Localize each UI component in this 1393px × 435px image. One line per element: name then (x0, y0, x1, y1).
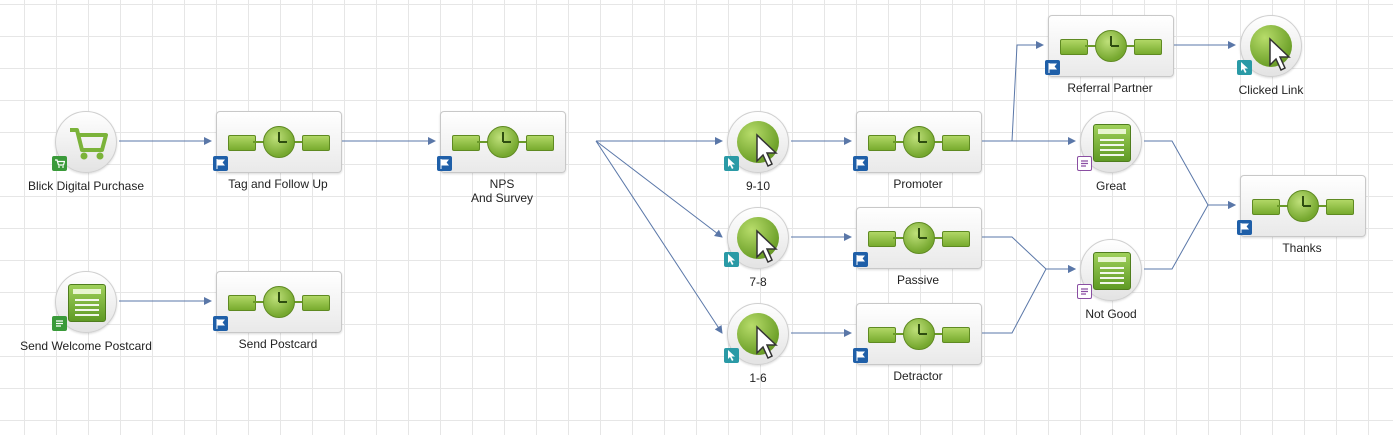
step-bar-right (302, 135, 330, 151)
flag-icon (853, 156, 868, 171)
form-document-icon (1093, 252, 1131, 290)
shopping-cart-icon (70, 128, 108, 160)
workflow-node-form[interactable] (52, 271, 117, 333)
workflow-node-flow[interactable] (1045, 15, 1174, 77)
clock-icon (903, 318, 935, 350)
pointer-cursor-icon (756, 325, 778, 360)
step-bar-right (942, 327, 970, 343)
clock-icon (1287, 190, 1319, 222)
clock-icon (487, 126, 519, 158)
form-document-icon (1093, 124, 1131, 162)
step-bar-right (942, 135, 970, 151)
click-target-icon (737, 313, 779, 360)
flag-icon (1045, 60, 1060, 75)
step-bar-right (526, 135, 554, 151)
connector-n13-n14[interactable] (1144, 201, 1236, 270)
cart-icon (52, 156, 67, 171)
workflow-node-form[interactable] (1077, 111, 1142, 173)
connector-layer (119, 41, 1236, 337)
workflow-node-purchase[interactable] (52, 111, 117, 173)
step-bar-left (868, 231, 896, 247)
connector-n8-n13[interactable] (982, 236, 1076, 273)
step-bar-left (868, 135, 896, 151)
click-target-icon (737, 121, 779, 168)
node-label: Great (1095, 179, 1126, 193)
step-box[interactable] (216, 271, 342, 333)
flag-icon (853, 252, 868, 267)
step-box[interactable] (216, 111, 342, 173)
node-label: Passive (896, 273, 940, 287)
node-label: Send Postcard (238, 337, 318, 351)
node-label: Promoter (893, 177, 943, 191)
step-bar-left (868, 327, 896, 343)
form-icon (1077, 284, 1092, 299)
step-bar-left (1252, 199, 1280, 215)
step-bar-right (1326, 199, 1354, 215)
node-label-line2: And Survey (470, 191, 534, 205)
step-box[interactable] (856, 207, 982, 269)
workflow-node-click[interactable] (724, 111, 789, 173)
connector-n12-n14[interactable] (1144, 140, 1236, 209)
step-box[interactable] (1048, 15, 1174, 77)
clock-icon (1095, 30, 1127, 62)
form-icon (52, 316, 67, 331)
step-box[interactable] (440, 111, 566, 173)
clock-icon (903, 126, 935, 158)
step-bar-left (452, 135, 480, 151)
workflow-node-flow[interactable] (213, 111, 342, 173)
flag-icon (437, 156, 452, 171)
node-label: Send Welcome Postcard (20, 339, 152, 353)
step-bar-left (1060, 39, 1088, 55)
workflow-node-click[interactable] (724, 207, 789, 269)
workflow-node-flow[interactable] (853, 303, 982, 365)
form-document-icon (68, 284, 106, 322)
workflow-node-click[interactable] (724, 303, 789, 365)
workflow-node-click[interactable] (1237, 15, 1302, 77)
cursor-icon (1237, 60, 1252, 75)
workflow-node-flow[interactable] (1237, 175, 1366, 237)
step-box[interactable] (856, 111, 982, 173)
flag-icon (213, 316, 228, 331)
click-target-icon (737, 217, 779, 264)
workflow-node-form[interactable] (1077, 239, 1142, 301)
node-label: Not Good (1085, 307, 1137, 321)
step-bar-right (1134, 39, 1162, 55)
step-bar-right (942, 231, 970, 247)
flag-icon (853, 348, 868, 363)
cursor-icon (724, 252, 739, 267)
node-label: NPS (489, 177, 515, 191)
workflow-canvas[interactable]: Blick Digital Purchase Tag and Follow Up N… (0, 0, 1393, 435)
step-bar-right (302, 295, 330, 311)
clock-icon (263, 286, 295, 318)
cursor-icon (724, 156, 739, 171)
step-box[interactable] (1240, 175, 1366, 237)
flag-icon (1237, 220, 1252, 235)
node-label: Detractor (893, 369, 943, 383)
flag-icon (213, 156, 228, 171)
pointer-cursor-icon (1269, 37, 1291, 72)
workflow-node-flow[interactable] (853, 111, 982, 173)
node-label: Thanks (1282, 241, 1322, 255)
form-icon (1077, 156, 1092, 171)
cursor-icon (724, 348, 739, 363)
node-label: Blick Digital Purchase (27, 179, 145, 193)
pointer-cursor-icon (756, 229, 778, 264)
clock-icon (263, 126, 295, 158)
workflow-node-flow[interactable] (213, 271, 342, 333)
step-box[interactable] (856, 303, 982, 365)
pointer-cursor-icon (756, 133, 778, 168)
click-target-icon (1250, 25, 1292, 72)
connector-n3-n6[interactable] (595, 140, 723, 334)
node-label: Clicked Link (1238, 83, 1304, 97)
clock-icon (903, 222, 935, 254)
node-label: Tag and Follow Up (228, 177, 328, 191)
workflow-node-flow[interactable] (853, 207, 982, 269)
step-bar-left (228, 295, 256, 311)
step-bar-left (228, 135, 256, 151)
workflow-node-flow[interactable] (437, 111, 566, 173)
